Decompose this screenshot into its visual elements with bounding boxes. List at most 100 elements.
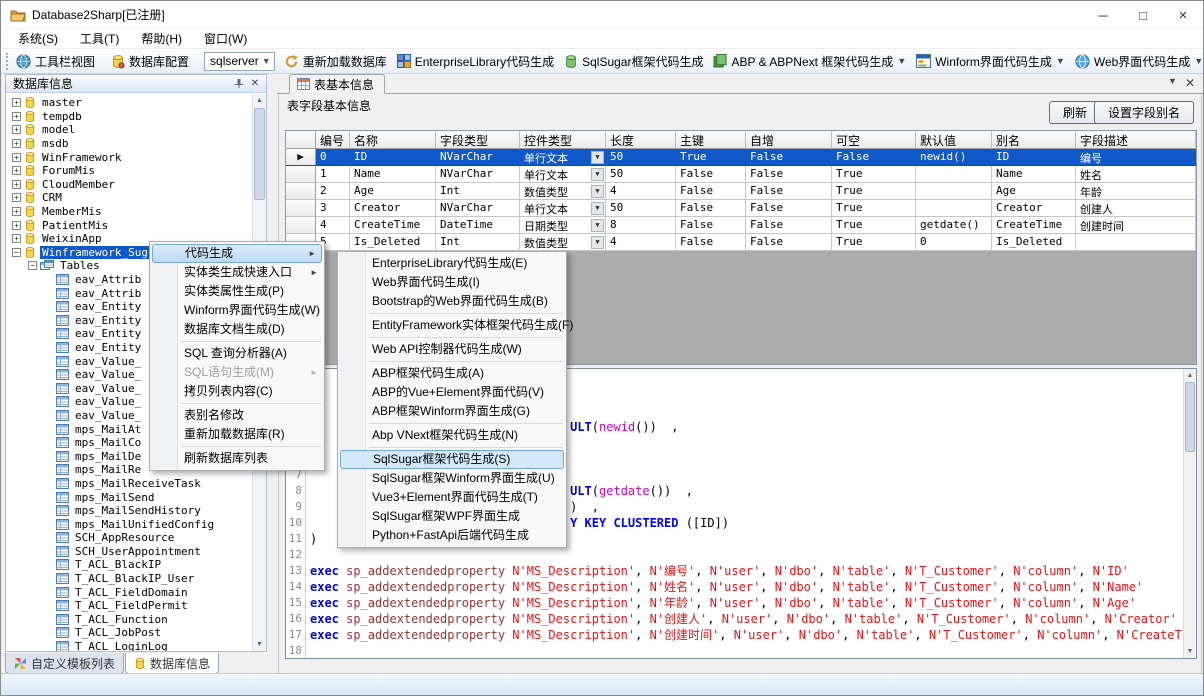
context-menu-item-Winform界面代码生成(W)[interactable]: Winform界面代码生成(W) (151, 301, 323, 320)
scroll-down-icon[interactable]: ▼ (253, 638, 266, 651)
combo-dropdown-icon[interactable]: ▼ (591, 236, 604, 249)
tree-item-mps_MailSend[interactable]: mps_MailSend (6, 490, 252, 504)
context-menu-item-代码生成[interactable]: 代码生成► (152, 244, 322, 263)
tree-expander[interactable]: + (12, 166, 21, 175)
close-button[interactable]: × (1163, 1, 1203, 29)
submenu-item-EnterpriseLibrary代码生成(E)[interactable]: EnterpriseLibrary代码生成(E) (339, 254, 565, 273)
grid-row[interactable]: 1NameNVarChar单行文本▼50FalseFalseTrueName姓名 (286, 166, 1196, 183)
database-config-button[interactable]: 数据库配置 (106, 51, 194, 72)
tree-item-T_ACL_FieldPermit[interactable]: T_ACL_FieldPermit (6, 599, 252, 613)
chevron-down-icon[interactable]: ▼ (1056, 56, 1065, 66)
context-menu-item-实体类属性生成(P)[interactable]: 实体类属性生成(P) (151, 282, 323, 301)
web-gen-button[interactable]: Web界面代码生成▼ (1070, 51, 1204, 72)
row-selector[interactable] (286, 217, 316, 234)
submenu-item-Abp VNext框架代码生成(N)[interactable]: Abp VNext框架代码生成(N) (339, 426, 565, 445)
tab-close-icon[interactable]: ✕ (1185, 76, 1195, 90)
chevron-down-icon[interactable]: ▼ (259, 56, 274, 66)
column-header-字段类型[interactable]: 字段类型 (436, 131, 520, 149)
control-type-combo-cell[interactable]: 单行文本▼ (520, 200, 606, 217)
tree-item-T_ACL_JobPost[interactable]: T_ACL_JobPost (6, 626, 252, 640)
tree-item-PatientMis[interactable]: +PatientMis (6, 218, 252, 232)
context-menu-item-表别名修改[interactable]: 表别名修改 (151, 406, 323, 425)
scroll-thumb[interactable] (1185, 382, 1195, 452)
tree-expander[interactable]: + (12, 193, 21, 202)
tree-item-T_ACL_BlackIP_User[interactable]: T_ACL_BlackIP_User (6, 572, 252, 586)
tree-item-mps_MailSendHistory[interactable]: mps_MailSendHistory (6, 504, 252, 518)
submenu-item-Bootstrap的Web界面代码生成(B)[interactable]: Bootstrap的Web界面代码生成(B) (339, 292, 565, 311)
chevron-down-icon[interactable]: ▼ (897, 56, 906, 66)
context-menu-item-SQL语句生成(M)[interactable]: SQL语句生成(M)► (151, 363, 323, 382)
grid-row[interactable]: 5Is_DeletedInt数值类型▼4FalseFalseTrue0Is_De… (286, 234, 1196, 251)
grid-row[interactable]: 2AgeInt数值类型▼4FalseFalseTrueAge年龄 (286, 183, 1196, 200)
control-type-combo-cell[interactable]: 单行文本▼ (520, 149, 606, 166)
tree-expander[interactable]: + (12, 139, 21, 148)
grid-row[interactable]: 4CreateTimeDateTime日期类型▼8FalseFalseTrueg… (286, 217, 1196, 234)
context-menu-item-SQL 查询分析器(A)[interactable]: SQL 查询分析器(A) (151, 344, 323, 363)
tree-expander[interactable]: + (12, 153, 21, 162)
submenu-item-SqlSugar框架代码生成(S)[interactable]: SqlSugar框架代码生成(S) (340, 450, 564, 469)
menu-帮助(H)[interactable]: 帮助(H) (130, 28, 193, 49)
tree-expander[interactable]: − (12, 248, 21, 257)
tree-item-mps_MailReceiveTask[interactable]: mps_MailReceiveTask (6, 477, 252, 491)
tree-item-T_ACL_BlackIP[interactable]: T_ACL_BlackIP (6, 558, 252, 572)
scroll-up-icon[interactable]: ▲ (253, 94, 266, 107)
combo-dropdown-icon[interactable]: ▼ (591, 168, 604, 181)
context-menu-item-拷贝列表内容(C)[interactable]: 拷贝列表内容(C) (151, 382, 323, 401)
row-selector[interactable]: ▶ (286, 149, 316, 166)
database-type-combobox[interactable]: sqlserver▼ (204, 52, 275, 71)
menu-窗口(W)[interactable]: 窗口(W) (193, 28, 258, 49)
tree-expander[interactable]: + (12, 98, 21, 107)
set-field-alias-button[interactable]: 设置字段别名 (1094, 101, 1194, 124)
enterpriselibrary-gen-button[interactable]: EnterpriseLibrary代码生成 (392, 51, 559, 72)
column-header-主键[interactable]: 主键 (676, 131, 746, 149)
menu-工具(T)[interactable]: 工具(T) (69, 28, 130, 49)
column-header-默认值[interactable]: 默认值 (916, 131, 992, 149)
tree-expander[interactable]: + (12, 180, 21, 189)
combo-dropdown-icon[interactable]: ▼ (591, 202, 604, 215)
submenu-item-Vue3+Element界面代码生成(T)[interactable]: Vue3+Element界面代码生成(T) (339, 488, 565, 507)
tree-expander[interactable]: + (12, 125, 21, 134)
panel-close-icon[interactable]: ✕ (248, 78, 262, 89)
combo-dropdown-icon[interactable]: ▼ (591, 185, 604, 198)
column-header-别名[interactable]: 别名 (992, 131, 1076, 149)
column-header-控件类型[interactable]: 控件类型 (520, 131, 606, 149)
submenu-item-SqlSugar框架WPF界面生成[interactable]: SqlSugar框架WPF界面生成 (339, 507, 565, 526)
abp-gen-button[interactable]: ABP & ABPNext 框架代码生成▼ (708, 51, 911, 72)
menu-系统(S)[interactable]: 系统(S) (7, 28, 69, 49)
tab-dropdown-icon[interactable]: ▼ (1168, 76, 1177, 90)
tree-item-T_ACL_FieldDomain[interactable]: T_ACL_FieldDomain (6, 585, 252, 599)
tree-item-WinFramework[interactable]: +WinFramework (6, 150, 252, 164)
tree-item-tempdb[interactable]: +tempdb (6, 110, 252, 124)
control-type-combo-cell[interactable]: 日期类型▼ (520, 217, 606, 234)
submenu-item-ABP框架代码生成(A)[interactable]: ABP框架代码生成(A) (339, 364, 565, 383)
tree-expander[interactable]: + (12, 234, 21, 243)
context-menu-item-实体类生成快速入口[interactable]: 实体类生成快速入口► (151, 263, 323, 282)
control-type-combo-cell[interactable]: 数值类型▼ (520, 234, 606, 251)
submenu-item-Web API控制器代码生成(W)[interactable]: Web API控制器代码生成(W) (339, 340, 565, 359)
tree-expander[interactable]: − (28, 261, 37, 270)
context-menu-item-刷新数据库列表[interactable]: 刷新数据库列表 (151, 449, 323, 468)
pin-icon[interactable] (234, 78, 248, 89)
tree-item-master[interactable]: +master (6, 96, 252, 110)
column-header-长度[interactable]: 长度 (606, 131, 676, 149)
grid-row[interactable]: 3CreatorNVarChar单行文本▼50FalseFalseTrueCre… (286, 200, 1196, 217)
column-header-自增[interactable]: 自增 (746, 131, 832, 149)
grid-row[interactable]: ▶0IDNVarChar单行文本▼50TrueFalseFalsenewid()… (286, 149, 1196, 166)
column-header-可空[interactable]: 可空 (832, 131, 916, 149)
scroll-down-icon[interactable]: ▼ (1184, 645, 1196, 658)
control-type-combo-cell[interactable]: 数值类型▼ (520, 183, 606, 200)
row-selector[interactable] (286, 200, 316, 217)
chevron-down-icon[interactable]: ▼ (1194, 56, 1203, 66)
tree-item-SCH_UserAppointment[interactable]: SCH_UserAppointment (6, 545, 252, 559)
submenu-item-Web界面代码生成(I)[interactable]: Web界面代码生成(I) (339, 273, 565, 292)
tree-item-SCH_AppResource[interactable]: SCH_AppResource (6, 531, 252, 545)
submenu-item-ABP框架Winform界面生成(G)[interactable]: ABP框架Winform界面生成(G) (339, 402, 565, 421)
winform-gen-button[interactable]: Winform界面代码生成▼ (911, 51, 1070, 72)
submenu-item-ABP的Vue+Element界面代码(V)[interactable]: ABP的Vue+Element界面代码(V) (339, 383, 565, 402)
tree-item-CloudMember[interactable]: +CloudMember (6, 178, 252, 192)
reload-database-button[interactable]: 重新加载数据库 (279, 51, 392, 72)
row-selector[interactable] (286, 183, 316, 200)
combo-dropdown-icon[interactable]: ▼ (591, 219, 604, 232)
tree-item-CRM[interactable]: +CRM (6, 191, 252, 205)
scroll-up-icon[interactable]: ▲ (1184, 369, 1196, 382)
